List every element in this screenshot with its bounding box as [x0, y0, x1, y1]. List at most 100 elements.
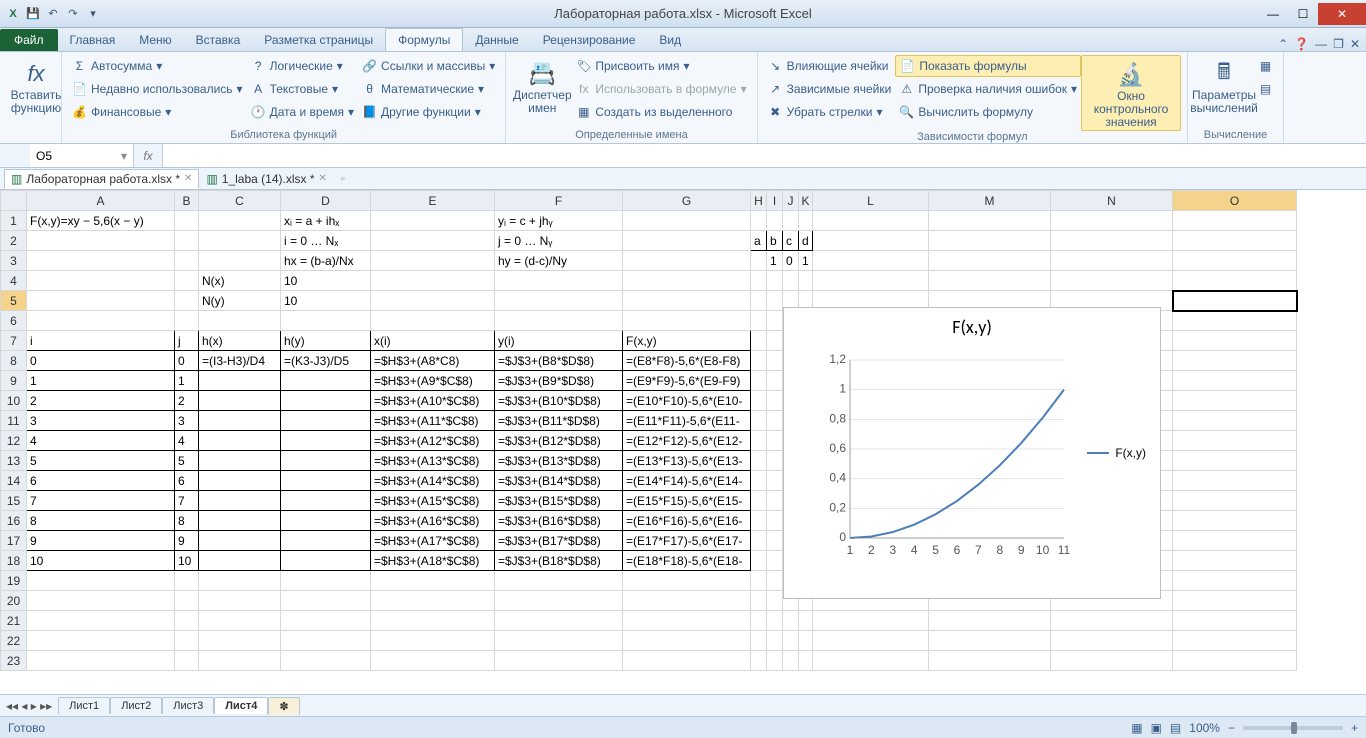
cell-H15[interactable] — [751, 491, 767, 511]
cell-D10[interactable] — [281, 391, 371, 411]
cell-L1[interactable] — [813, 211, 929, 231]
cell-D9[interactable] — [281, 371, 371, 391]
cell-O10[interactable] — [1173, 391, 1297, 411]
datetime-button[interactable]: 🕐Дата и время▾ — [247, 101, 358, 123]
cell-D11[interactable] — [281, 411, 371, 431]
sheet-tab[interactable]: Лист4 — [214, 697, 268, 714]
cell-L3[interactable] — [813, 251, 929, 271]
row-header-4[interactable]: 4 — [1, 271, 27, 291]
cell-O14[interactable] — [1173, 471, 1297, 491]
cell-E16[interactable]: =$H$3+(A16*$C$8) — [371, 511, 495, 531]
cell-B8[interactable]: 0 — [175, 351, 199, 371]
row-header-1[interactable]: 1 — [1, 211, 27, 231]
cell-D22[interactable] — [281, 631, 371, 651]
cell-M3[interactable] — [929, 251, 1051, 271]
row-header-9[interactable]: 9 — [1, 371, 27, 391]
cell-E21[interactable] — [371, 611, 495, 631]
cell-G17[interactable]: =(E17*F17)-5,6*(E17- — [623, 531, 751, 551]
tab-insert[interactable]: Вставка — [184, 29, 253, 51]
cell-C14[interactable] — [199, 471, 281, 491]
cell-H10[interactable] — [751, 391, 767, 411]
calc-now-button[interactable]: ▦ — [1254, 55, 1277, 77]
cell-J22[interactable] — [783, 631, 799, 651]
cell-D23[interactable] — [281, 651, 371, 671]
col-header-H[interactable]: H — [751, 191, 767, 211]
trace-dependents-button[interactable]: ↗Зависимые ячейки — [764, 78, 896, 100]
row-header-20[interactable]: 20 — [1, 591, 27, 611]
row-header-15[interactable]: 15 — [1, 491, 27, 511]
cell-C10[interactable] — [199, 391, 281, 411]
row-header-5[interactable]: 5 — [1, 291, 27, 311]
sheet-nav[interactable]: ◂◂ ◂ ▸ ▸▸ — [0, 699, 58, 713]
cell-A3[interactable] — [27, 251, 175, 271]
cell-F6[interactable] — [495, 311, 623, 331]
recent-button[interactable]: 📄Недавно использовались▾ — [68, 78, 247, 100]
cell-C7[interactable]: h(x) — [199, 331, 281, 351]
col-header-A[interactable]: A — [27, 191, 175, 211]
cell-A23[interactable] — [27, 651, 175, 671]
cell-B5[interactable] — [175, 291, 199, 311]
cell-F2[interactable]: j = 0 … Nᵧ — [495, 231, 623, 251]
cell-H2[interactable]: a — [751, 231, 767, 251]
cell-F10[interactable]: =$J$3+(B10*$D$8) — [495, 391, 623, 411]
cell-H1[interactable] — [751, 211, 767, 231]
row-header-10[interactable]: 10 — [1, 391, 27, 411]
col-header-O[interactable]: O — [1173, 191, 1297, 211]
calc-sheet-button[interactable]: ▤ — [1254, 78, 1277, 100]
cell-C2[interactable] — [199, 231, 281, 251]
cell-F15[interactable]: =$J$3+(B15*$D$8) — [495, 491, 623, 511]
cell-D21[interactable] — [281, 611, 371, 631]
cell-H13[interactable] — [751, 451, 767, 471]
cell-B15[interactable]: 7 — [175, 491, 199, 511]
cell-C6[interactable] — [199, 311, 281, 331]
cell-G20[interactable] — [623, 591, 751, 611]
cell-J1[interactable] — [783, 211, 799, 231]
cell-H14[interactable] — [751, 471, 767, 491]
cell-H23[interactable] — [751, 651, 767, 671]
cell-C16[interactable] — [199, 511, 281, 531]
cell-O20[interactable] — [1173, 591, 1297, 611]
cell-O18[interactable] — [1173, 551, 1297, 571]
workbook-tab-1[interactable]: ▥Лабораторная работа.xlsx *✕ — [4, 169, 199, 189]
cell-D17[interactable] — [281, 531, 371, 551]
cell-J2[interactable]: c — [783, 231, 799, 251]
cell-A1[interactable]: F(x,y)=xy − 5,6(x − y) — [27, 211, 175, 231]
cell-D6[interactable] — [281, 311, 371, 331]
cell-I23[interactable] — [767, 651, 783, 671]
cell-G14[interactable]: =(E14*F14)-5,6*(E14- — [623, 471, 751, 491]
cell-H18[interactable] — [751, 551, 767, 571]
cell-O16[interactable] — [1173, 511, 1297, 531]
cell-F17[interactable]: =$J$3+(B17*$D$8) — [495, 531, 623, 551]
cell-I20[interactable] — [767, 591, 783, 611]
cell-F14[interactable]: =$J$3+(B14*$D$8) — [495, 471, 623, 491]
save-icon[interactable]: 💾 — [24, 5, 42, 23]
minimize-button[interactable]: — — [1258, 3, 1288, 25]
cell-E19[interactable] — [371, 571, 495, 591]
name-manager-button[interactable]: 📇 Диспетчер имен — [512, 55, 572, 123]
cell-C20[interactable] — [199, 591, 281, 611]
cell-A14[interactable]: 6 — [27, 471, 175, 491]
cell-B12[interactable]: 4 — [175, 431, 199, 451]
cell-E9[interactable]: =$H$3+(A9*$C$8) — [371, 371, 495, 391]
cell-J23[interactable] — [783, 651, 799, 671]
cell-I4[interactable] — [767, 271, 783, 291]
cell-I10[interactable] — [767, 391, 783, 411]
cell-B23[interactable] — [175, 651, 199, 671]
cell-A10[interactable]: 2 — [27, 391, 175, 411]
cell-E17[interactable]: =$H$3+(A17*$C$8) — [371, 531, 495, 551]
workbook-tab-2[interactable]: ▥1_laba (14).xlsx *✕ — [199, 169, 333, 189]
financial-button[interactable]: 💰Финансовые▾ — [68, 101, 247, 123]
cell-E22[interactable] — [371, 631, 495, 651]
cell-B7[interactable]: j — [175, 331, 199, 351]
cell-G19[interactable] — [623, 571, 751, 591]
cell-D8[interactable]: =(K3-J3)/D5 — [281, 351, 371, 371]
cell-I7[interactable] — [767, 331, 783, 351]
cell-C18[interactable] — [199, 551, 281, 571]
cell-I16[interactable] — [767, 511, 783, 531]
cell-F4[interactable] — [495, 271, 623, 291]
error-checking-button[interactable]: ⚠Проверка наличия ошибок▾ — [895, 78, 1081, 100]
cell-E2[interactable] — [371, 231, 495, 251]
cell-I8[interactable] — [767, 351, 783, 371]
cell-H11[interactable] — [751, 411, 767, 431]
cell-O7[interactable] — [1173, 331, 1297, 351]
